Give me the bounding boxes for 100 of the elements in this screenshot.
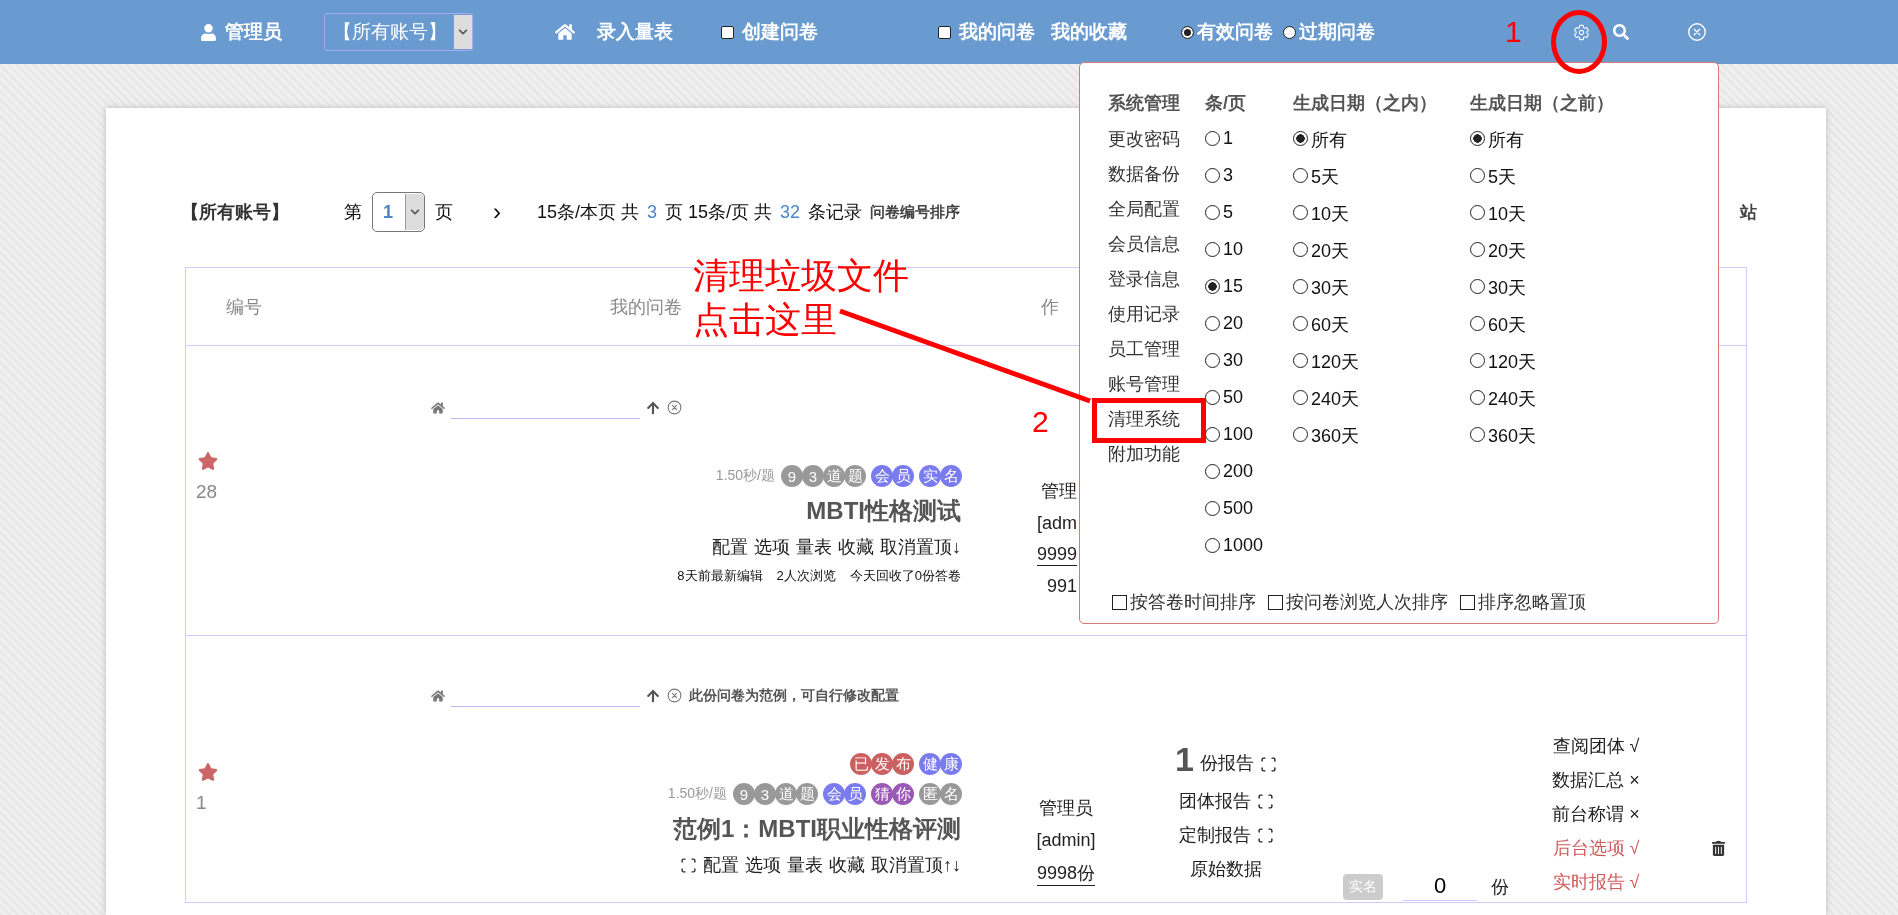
survey-title[interactable]: MBTI性格测试 [806, 495, 961, 527]
radio-option[interactable]: 30天 [1470, 274, 1718, 311]
radio-option[interactable]: 10 [1205, 237, 1293, 274]
option-toggle[interactable]: 查阅团体 √ [1552, 734, 1640, 758]
tag-badge: 康 [940, 753, 962, 775]
tag-badge: 题 [844, 465, 866, 487]
radio-option[interactable]: 15 [1205, 274, 1293, 311]
close-icon[interactable] [666, 687, 683, 704]
radio-option[interactable]: 10天 [1293, 200, 1470, 237]
close-icon[interactable] [1686, 21, 1708, 43]
menu-item[interactable]: 账号管理 [1108, 374, 1180, 394]
radio-option[interactable]: 1000 [1205, 533, 1293, 570]
trash-icon[interactable] [1711, 841, 1726, 856]
column-header: 编号 [226, 295, 262, 319]
home-icon[interactable] [431, 400, 445, 415]
menu-item[interactable]: 清理系统 [1108, 409, 1180, 429]
speed-text: 1.50秒/题 [667, 785, 727, 803]
radio-option[interactable]: 10天 [1470, 200, 1718, 237]
radio-option[interactable]: 5天 [1470, 163, 1718, 200]
sort-checkbox[interactable]: 按问卷浏览人次排序 [1268, 590, 1448, 614]
radio-option[interactable]: 500 [1205, 496, 1293, 533]
radio-option[interactable]: 120天 [1293, 348, 1470, 385]
count-link[interactable]: 9998份 [1036, 861, 1095, 886]
scan-icon[interactable] [1256, 827, 1274, 844]
action-link[interactable]: 选项 [754, 535, 790, 559]
radio-option[interactable]: 60天 [1293, 311, 1470, 348]
radio-option[interactable]: 所有 [1470, 126, 1718, 163]
radio-option[interactable]: 240天 [1470, 385, 1718, 422]
sort-link[interactable]: 问卷编号排序 [870, 202, 961, 222]
option-toggle[interactable]: 数据汇总 × [1552, 768, 1640, 792]
account-label: 【所有账号】 [181, 201, 289, 224]
count-link[interactable]: 9999 [1036, 544, 1077, 566]
option-toggle[interactable]: 实时报告 √ [1552, 870, 1640, 894]
option-toggle[interactable]: 前台称谓 × [1552, 802, 1640, 826]
chevron-down-icon[interactable] [458, 27, 468, 37]
radio-option[interactable]: 50 [1205, 385, 1293, 422]
menu-item[interactable]: 附加功能 [1108, 444, 1180, 464]
menu-item[interactable]: 全局配置 [1108, 199, 1180, 219]
sort-checkbox[interactable]: 排序忽略置顶 [1460, 590, 1586, 614]
action-link[interactable]: 选项 [745, 853, 781, 877]
radio-option[interactable]: 5天 [1293, 163, 1470, 200]
column-header: 我的问卷 [610, 295, 682, 319]
next-page-link[interactable]: › [493, 198, 501, 226]
chevron-down-icon[interactable] [410, 207, 420, 217]
radio-option[interactable]: 20天 [1293, 237, 1470, 274]
star-icon[interactable] [198, 762, 218, 782]
radio-option[interactable]: 3 [1205, 163, 1293, 200]
radio-option[interactable]: 60天 [1470, 311, 1718, 348]
radio-option[interactable]: 5 [1205, 200, 1293, 237]
menu-item[interactable]: 使用记录 [1108, 304, 1180, 324]
scan-icon[interactable] [1259, 756, 1277, 773]
survey-title[interactable]: 范例1：MBTI职业性格评测 [673, 813, 961, 845]
up-arrow-icon[interactable] [646, 400, 660, 415]
step-number: 1 [1505, 14, 1522, 50]
action-link[interactable]: 配置 [703, 853, 739, 877]
action-link[interactable]: 量表 [796, 535, 832, 559]
radio-option[interactable]: 所有 [1293, 126, 1470, 163]
radio-option[interactable]: 240天 [1293, 385, 1470, 422]
star-icon[interactable] [198, 451, 218, 471]
report-count[interactable]: 1 份报告 [1175, 740, 1277, 779]
tag-badge: 员 [844, 783, 866, 805]
radio-option[interactable]: 30天 [1293, 274, 1470, 311]
radio-option[interactable]: 100 [1205, 422, 1293, 459]
tag-badge: 健 [919, 753, 941, 775]
menu-item[interactable]: 员工管理 [1108, 339, 1180, 359]
scan-icon[interactable] [680, 856, 697, 874]
action-link[interactable]: 收藏 [829, 853, 865, 877]
menu-item[interactable]: 数据备份 [1108, 164, 1180, 184]
annotation-text: 清理垃圾文件 点击这里 [693, 254, 909, 342]
action-link[interactable]: 取消置顶↓ [880, 535, 961, 559]
settings-icon[interactable] [1573, 23, 1590, 41]
menu-item[interactable]: 更改密码 [1108, 129, 1180, 149]
up-arrow-icon[interactable] [646, 688, 660, 703]
radio-option[interactable]: 360天 [1470, 422, 1718, 459]
menu-item[interactable]: 会员信息 [1108, 234, 1180, 254]
search-icon[interactable] [1613, 24, 1629, 40]
site-link[interactable]: 站 [1740, 200, 1758, 224]
raw-data-link[interactable]: 原始数据 [1190, 857, 1262, 881]
info-text: 今天回收了0份答卷 [849, 567, 961, 585]
close-icon[interactable] [666, 399, 683, 416]
action-link[interactable]: 量表 [787, 853, 823, 877]
radio-option[interactable]: 200 [1205, 459, 1293, 496]
report-link[interactable]: 定制报告 [1178, 823, 1274, 847]
scan-icon[interactable] [1256, 793, 1274, 810]
radio-option[interactable]: 20 [1205, 311, 1293, 348]
sort-checkbox[interactable]: 按答卷时间排序 [1112, 590, 1256, 614]
report-link[interactable]: 团体报告 [1178, 789, 1274, 813]
action-link[interactable]: 收藏 [838, 535, 874, 559]
home-icon[interactable] [431, 688, 445, 703]
radio-option[interactable]: 360天 [1293, 422, 1470, 459]
page-select[interactable]: 1 [372, 192, 425, 232]
menu-item[interactable]: 登录信息 [1108, 269, 1180, 289]
option-toggle[interactable]: 后台选项 √ [1552, 836, 1640, 860]
radio-option[interactable]: 1 [1205, 126, 1293, 163]
home-icon[interactable] [555, 22, 575, 42]
radio-option[interactable]: 20天 [1470, 237, 1718, 274]
radio-option[interactable]: 120天 [1470, 348, 1718, 385]
radio-option[interactable]: 30 [1205, 348, 1293, 385]
action-link[interactable]: 取消置顶↑↓ [871, 853, 961, 877]
action-link[interactable]: 配置 [712, 535, 748, 559]
